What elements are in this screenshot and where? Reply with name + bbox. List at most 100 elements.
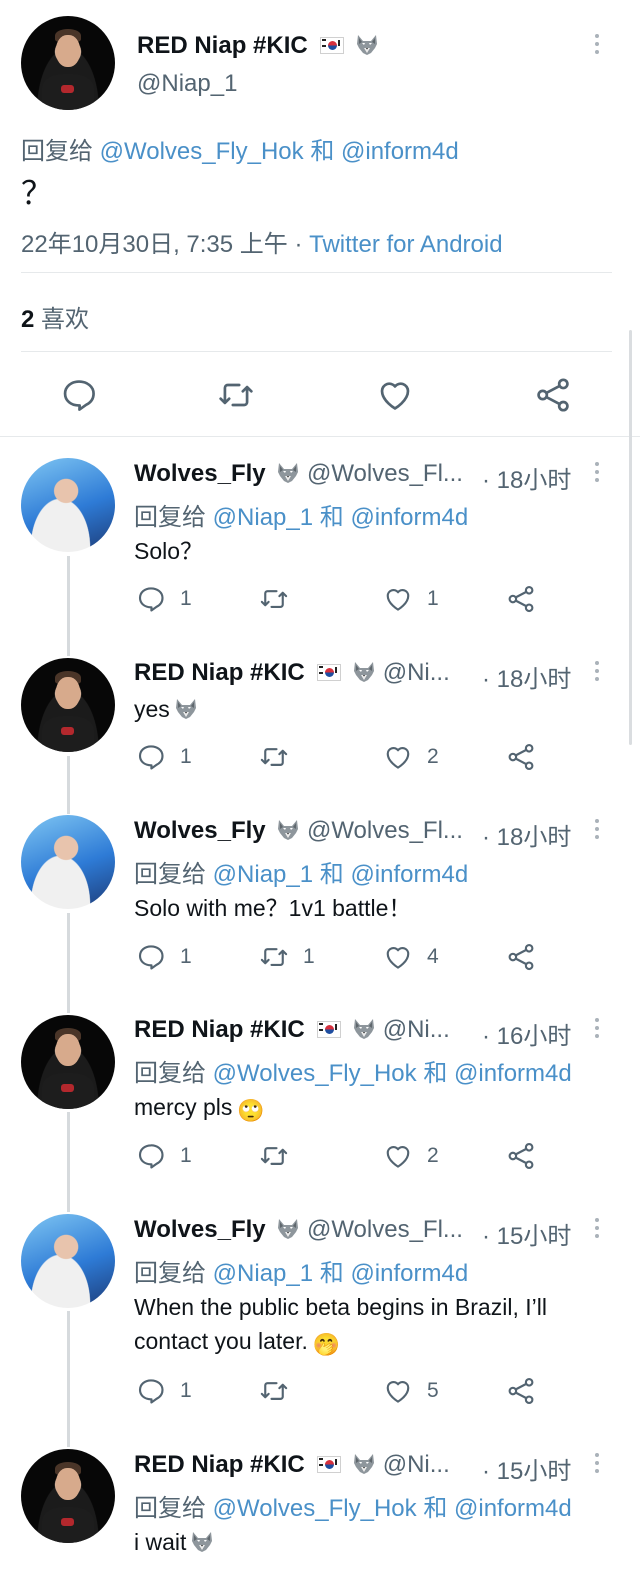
like-button[interactable]: 2 — [383, 742, 439, 772]
wolf-emoji-icon — [352, 661, 376, 683]
reply-button[interactable]: 1 — [136, 742, 192, 772]
mention-link[interactable]: @inform4d — [350, 1260, 468, 1287]
mention-link[interactable]: @Niap_1 — [213, 861, 313, 888]
author-name[interactable]: RED Niap #KIC — [134, 1016, 305, 1043]
reply-button[interactable]: 1 — [136, 584, 192, 614]
reply-time[interactable]: · 18小时 — [482, 817, 571, 852]
divider — [21, 351, 612, 352]
avatar[interactable] — [21, 1015, 115, 1109]
tweet-text: Solo with me？1v1 battle！ — [134, 895, 412, 921]
author-name[interactable]: Wolves_Fly — [134, 1216, 266, 1243]
retweet-icon[interactable] — [217, 376, 255, 414]
wolf-emoji-icon — [355, 34, 379, 56]
reply-icon — [136, 584, 166, 614]
share-icon[interactable] — [534, 376, 572, 414]
more-icon[interactable] — [594, 462, 600, 486]
mention-link[interactable]: @Niap_1 — [213, 504, 313, 531]
like-button[interactable]: 1 — [383, 584, 439, 614]
retweet-button[interactable] — [259, 584, 303, 614]
like-button[interactable]: 5 — [383, 1376, 439, 1406]
reply-icon — [136, 742, 166, 772]
timestamp[interactable]: 22年10月30日, 7:35 上午 · — [21, 231, 302, 258]
retweet-button[interactable] — [259, 1141, 303, 1171]
author-name[interactable]: RED Niap #KIC — [137, 32, 379, 60]
reply-context: 回复给 @Wolves_Fly_Hok 和 @inform4d — [21, 138, 459, 165]
share-button[interactable] — [506, 942, 536, 972]
mention-link[interactable]: @inform4d — [341, 138, 459, 165]
more-icon[interactable] — [594, 819, 600, 843]
wolf-emoji-icon — [276, 462, 300, 484]
more-icon[interactable] — [594, 34, 600, 58]
author-name[interactable]: RED Niap #KIC — [134, 1451, 305, 1478]
share-button[interactable] — [506, 742, 536, 772]
like-icon — [383, 584, 413, 614]
tweet-text: When the public beta begins in Brazil, I… — [134, 1294, 547, 1357]
like-icon — [383, 742, 413, 772]
author-handle[interactable]: @Ni... — [383, 1451, 450, 1478]
avatar[interactable] — [21, 815, 115, 909]
mention-link[interactable]: @Wolves_Fly_Hok — [213, 1060, 417, 1087]
tweet-text: ？ — [21, 175, 54, 211]
share-icon — [506, 942, 536, 972]
likes-stat[interactable]: 2 喜欢 — [21, 299, 89, 334]
retweet-button[interactable] — [259, 1376, 303, 1406]
avatar[interactable] — [21, 1449, 115, 1543]
reply-time[interactable]: · 18小时 — [482, 659, 571, 694]
reply-context: 回复给 @Wolves_Fly_Hok 和 @inform4d — [134, 1060, 572, 1087]
share-button[interactable] — [506, 1141, 536, 1171]
author-name[interactable]: Wolves_Fly — [134, 460, 266, 487]
reply-button[interactable]: 1 — [136, 942, 192, 972]
share-button[interactable] — [506, 584, 536, 614]
share-button[interactable] — [506, 1376, 536, 1406]
retweet-icon — [259, 584, 289, 614]
author-handle[interactable]: @Wolves_Fl... — [307, 460, 463, 487]
more-icon[interactable] — [594, 1018, 600, 1042]
rolling-eyes-emoji-icon: 🙄 — [237, 1098, 265, 1123]
avatar[interactable] — [21, 1214, 115, 1308]
divider — [0, 436, 640, 437]
author-handle[interactable]: @Ni... — [383, 659, 450, 686]
author-name[interactable]: Wolves_Fly — [134, 817, 266, 844]
reply-header: Wolves_Fly @Wolves_Fl... — [134, 460, 463, 488]
scrollbar[interactable] — [629, 330, 632, 745]
avatar[interactable] — [21, 458, 115, 552]
mention-link[interactable]: @inform4d — [454, 1060, 572, 1087]
korea-flag-icon — [320, 37, 345, 54]
author-name[interactable]: RED Niap #KIC — [134, 659, 305, 686]
mention-link[interactable]: @Wolves_Fly_Hok — [100, 138, 304, 165]
reply-time[interactable]: · 15小时 — [482, 1216, 571, 1251]
avatar[interactable] — [21, 658, 115, 752]
retweet-button[interactable]: 1 — [259, 942, 315, 972]
mention-link[interactable]: @Niap_1 — [213, 1260, 313, 1287]
like-button[interactable]: 4 — [383, 942, 439, 972]
more-icon[interactable] — [594, 1453, 600, 1477]
retweet-button[interactable] — [259, 742, 303, 772]
tweet-text: yes — [134, 692, 198, 726]
author-handle[interactable]: @Wolves_Fl... — [307, 1216, 463, 1243]
reply-icon — [136, 1376, 166, 1406]
more-icon[interactable] — [594, 1218, 600, 1242]
reply-button[interactable]: 1 — [136, 1376, 192, 1406]
mention-link[interactable]: @inform4d — [350, 861, 468, 888]
author-handle[interactable]: @Ni... — [383, 1016, 450, 1043]
author-handle[interactable]: @Niap_1 — [137, 70, 237, 98]
author-handle[interactable]: @Wolves_Fl... — [307, 817, 463, 844]
reply-time[interactable]: · 15小时 — [482, 1451, 571, 1486]
mention-link[interactable]: @inform4d — [350, 504, 468, 531]
reply-time[interactable]: · 18小时 — [482, 460, 571, 495]
source-link[interactable]: Twitter for Android — [309, 231, 502, 258]
reply-time[interactable]: · 16小时 — [482, 1016, 571, 1051]
mention-link[interactable]: @inform4d — [454, 1495, 572, 1522]
reply-header: Wolves_Fly @Wolves_Fl... — [134, 1216, 463, 1244]
more-icon[interactable] — [594, 661, 600, 685]
reply-header: RED Niap #KIC @Ni... — [134, 1451, 450, 1479]
like-icon — [383, 942, 413, 972]
mention-link[interactable]: @Wolves_Fly_Hok — [213, 1495, 417, 1522]
wolf-emoji-icon — [276, 819, 300, 841]
like-icon[interactable] — [376, 376, 414, 414]
like-button[interactable]: 2 — [383, 1141, 439, 1171]
wolf-emoji-icon — [352, 1018, 376, 1040]
reply-button[interactable]: 1 — [136, 1141, 192, 1171]
reply-icon[interactable] — [60, 376, 98, 414]
avatar[interactable] — [21, 16, 115, 110]
